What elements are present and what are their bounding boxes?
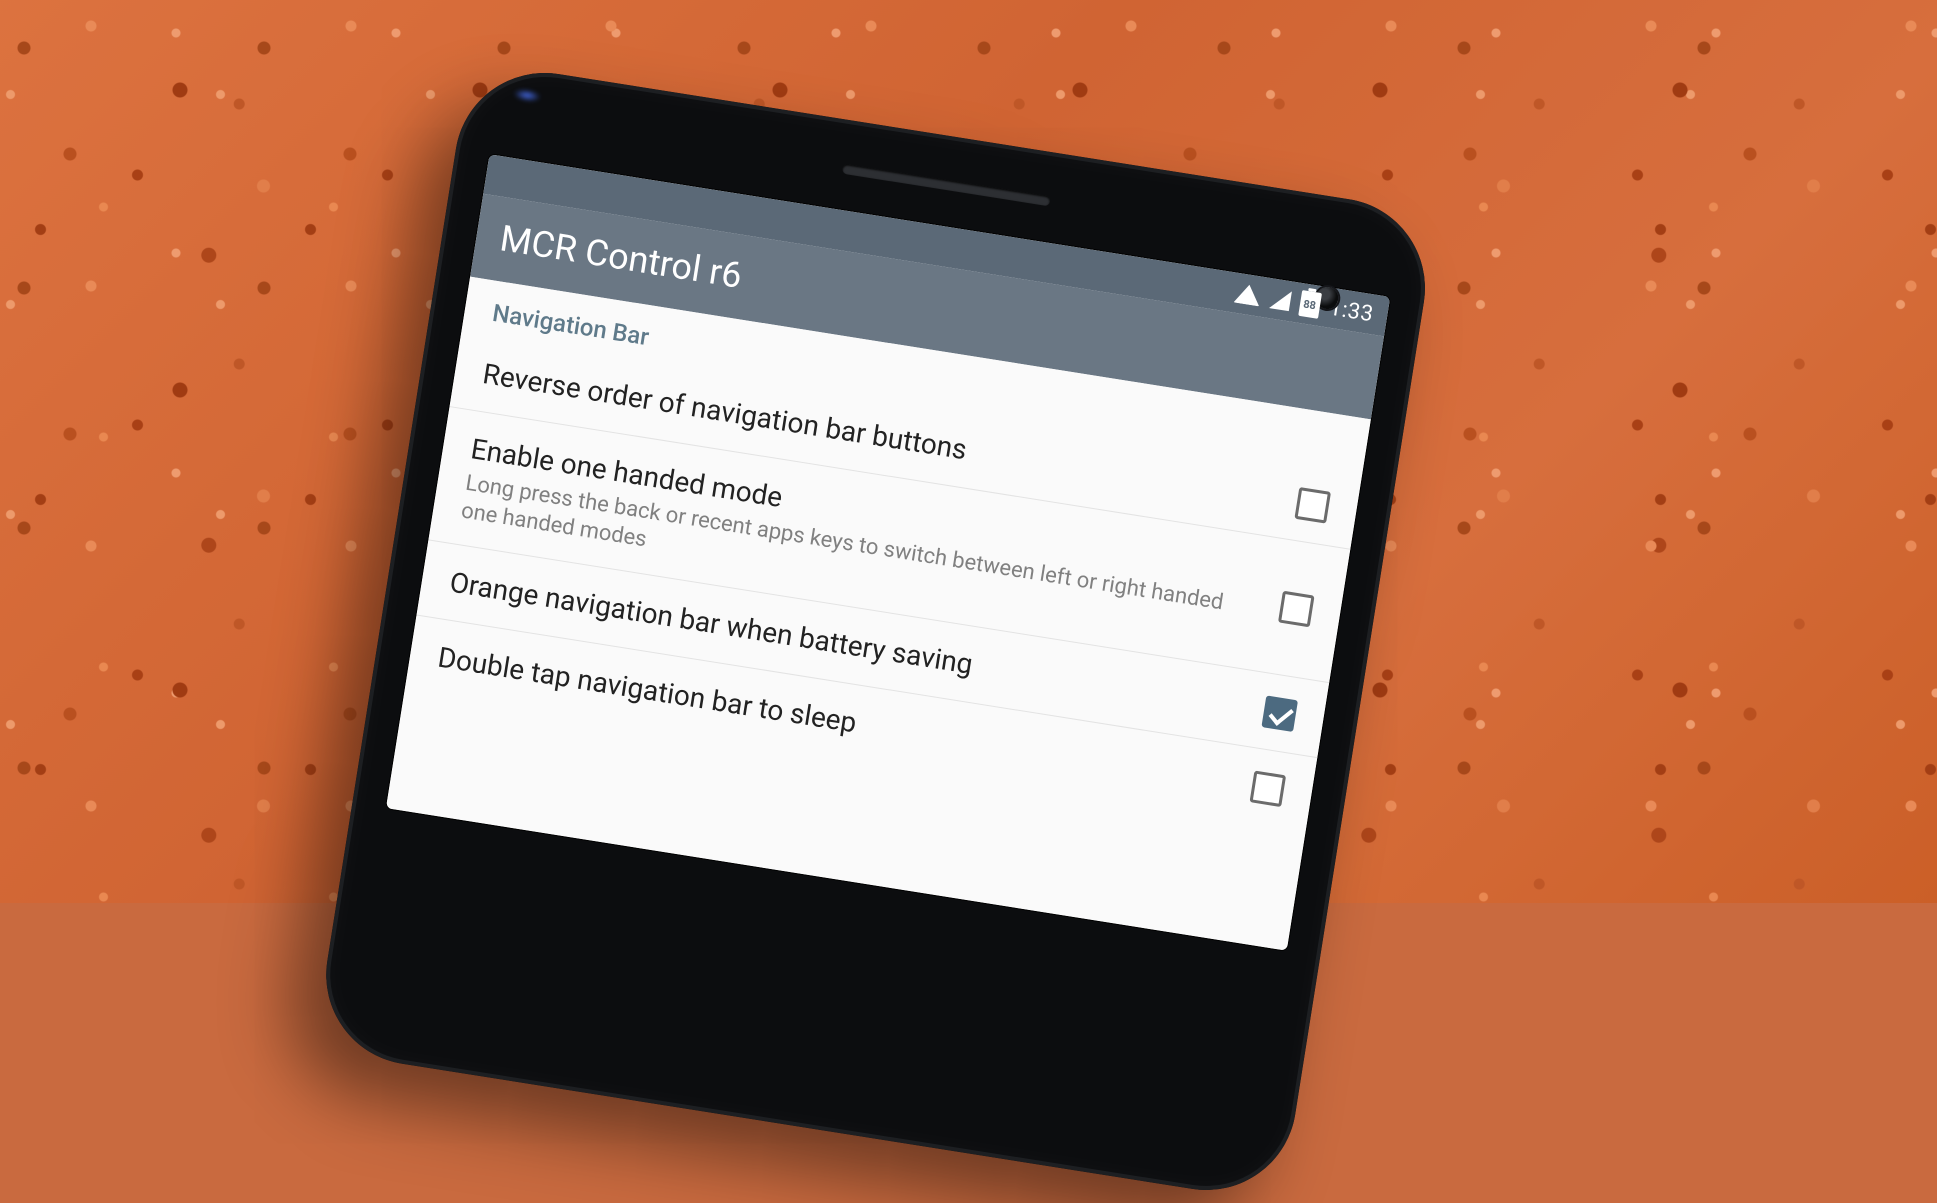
checkbox-icon[interactable] — [1261, 695, 1298, 732]
app-title: MCR Control r6 — [497, 217, 745, 297]
signal-icon — [1269, 288, 1292, 311]
notification-led — [512, 87, 542, 103]
phone-scene: 88 1:33 MCR Control r6 Navigation Bar Re… — [313, 60, 1438, 1203]
phone-screen: 88 1:33 MCR Control r6 Navigation Bar Re… — [386, 154, 1390, 951]
wifi-icon — [1233, 283, 1262, 307]
battery-icon: 88 — [1298, 290, 1322, 319]
checkbox-icon[interactable] — [1278, 591, 1315, 628]
checkbox-icon[interactable] — [1250, 770, 1287, 807]
phone-body: 88 1:33 MCR Control r6 Navigation Bar Re… — [313, 60, 1438, 1203]
earpiece-speaker — [842, 164, 1051, 207]
checkbox-icon[interactable] — [1294, 487, 1331, 524]
battery-level: 88 — [1298, 290, 1322, 319]
